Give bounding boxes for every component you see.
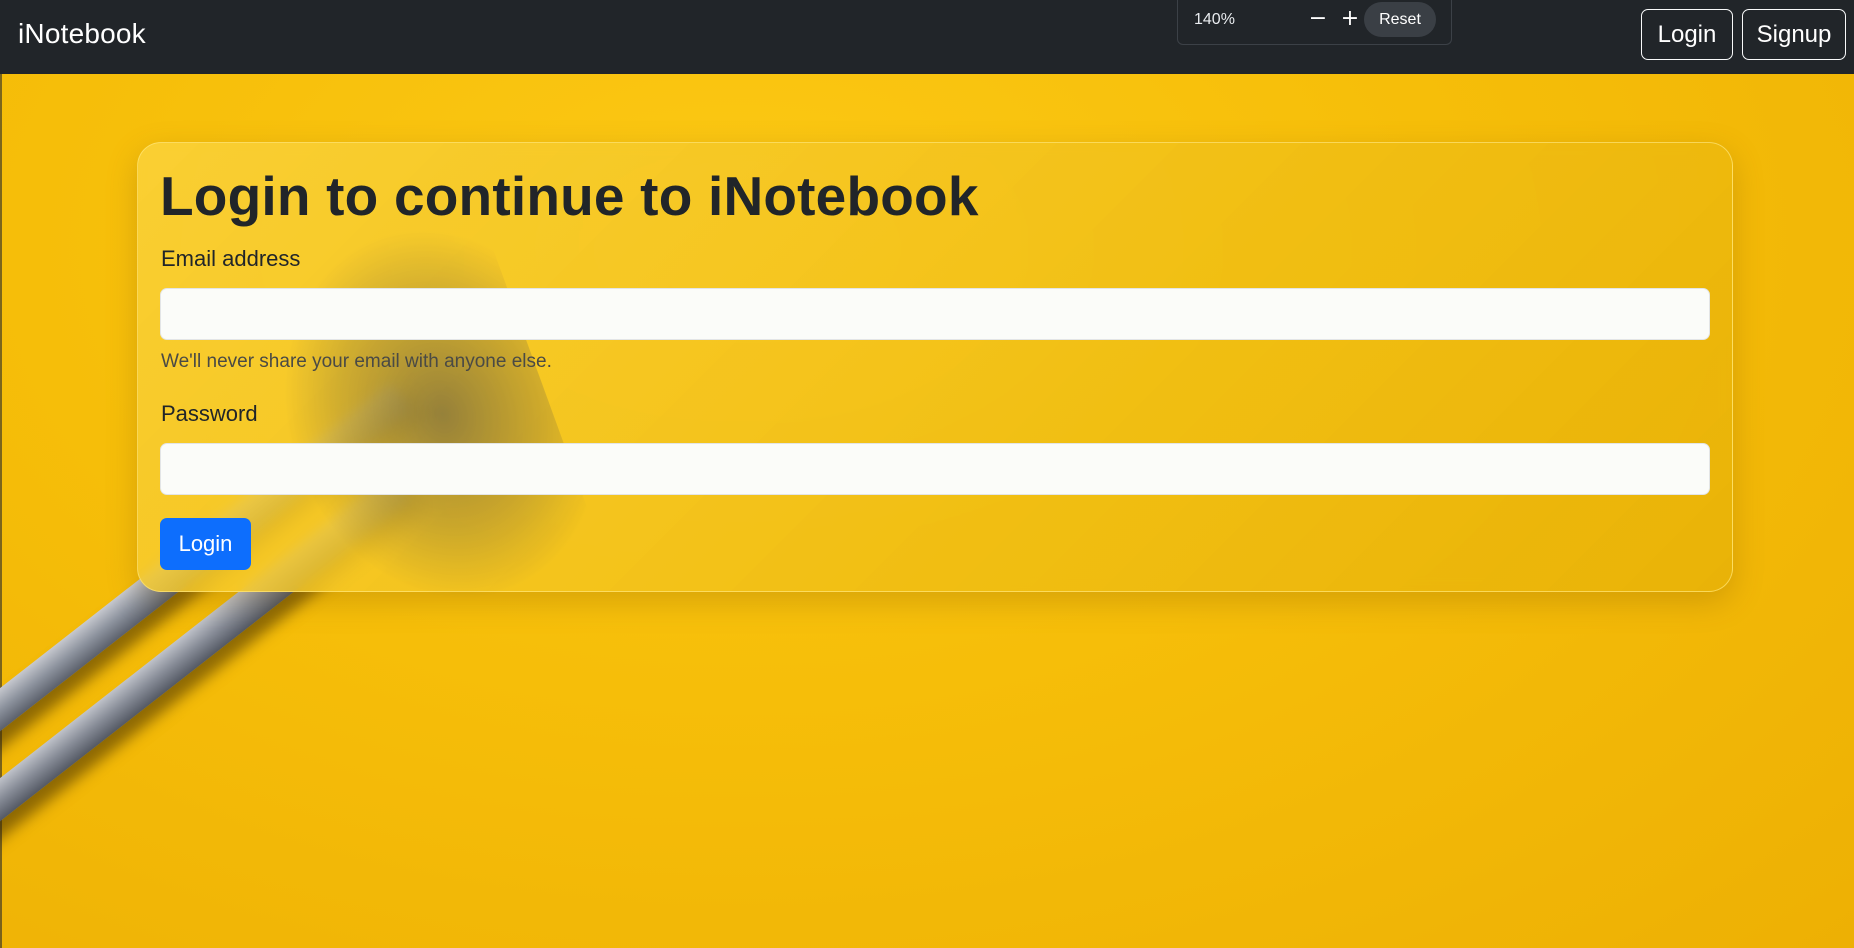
email-help-text: We'll never share your email with anyone… bbox=[161, 351, 552, 372]
password-label: Password bbox=[161, 401, 258, 426]
zoom-controls: 140% − + Reset bbox=[1177, 0, 1452, 45]
nav-signup-button[interactable]: Signup bbox=[1742, 9, 1846, 60]
zoom-reset-button[interactable]: Reset bbox=[1364, 2, 1436, 37]
email-field[interactable] bbox=[160, 288, 1710, 340]
page-title: Login to continue to iNotebook bbox=[160, 165, 979, 227]
email-label: Email address bbox=[161, 246, 301, 271]
brand-logo[interactable]: iNotebook bbox=[18, 16, 146, 52]
login-card: Login to continue to iNotebook Email add… bbox=[137, 142, 1733, 647]
nav-login-button[interactable]: Login bbox=[1641, 9, 1733, 60]
zoom-in-button[interactable]: + bbox=[1338, 6, 1362, 32]
zoom-out-button[interactable]: − bbox=[1306, 6, 1330, 32]
top-navbar: iNotebook 140% − + Reset Login Signup bbox=[0, 0, 1854, 74]
login-submit-button[interactable]: Login bbox=[160, 518, 251, 570]
zoom-level: 140% bbox=[1194, 11, 1235, 28]
password-field[interactable] bbox=[160, 443, 1710, 495]
